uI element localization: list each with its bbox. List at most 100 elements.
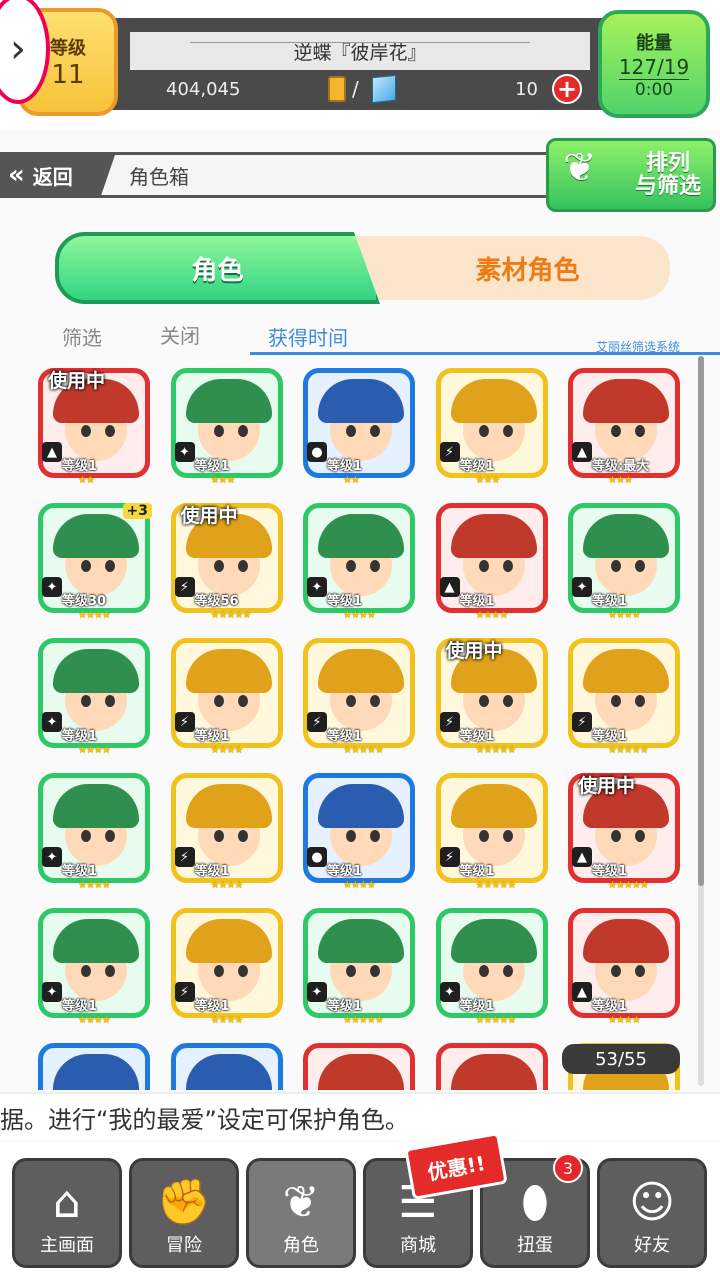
portrait-hair — [53, 649, 139, 693]
energy-badge[interactable]: 能量 127/19 0:00 — [598, 10, 710, 118]
sort-filter-button[interactable]: ❦ 排列 与筛选 — [546, 138, 716, 212]
level-value: 11 — [51, 60, 85, 90]
character-level: 等级1 — [459, 459, 495, 474]
character-card[interactable]: ▲ 等级1 ★★★★ — [568, 908, 680, 1028]
character-level: 等级1 — [592, 864, 628, 879]
character-card[interactable]: ✦ 等级1 ★★★ — [170, 368, 283, 488]
scrollbar[interactable] — [698, 356, 704, 1086]
character-card[interactable]: ⚡ 等级1 ★★★★★ 使用中 — [435, 638, 548, 758]
portrait-eye — [611, 560, 621, 572]
rarity-stars: ★★★★★ — [608, 880, 649, 891]
portrait-eye — [611, 965, 621, 977]
light-element-icon: ⚡ — [439, 712, 460, 732]
character-card[interactable]: ✦ 等级1 ★★★★ — [38, 773, 150, 893]
character-card[interactable]: ▲ 等级:最大 ★★★ — [568, 368, 680, 488]
character-card[interactable]: ✦ 等级30 ★★★★ +3 — [38, 503, 152, 623]
nav-home[interactable]: ⌂ 主画面 — [12, 1158, 122, 1268]
category-tabs: 素材角色 角色 — [55, 232, 670, 304]
portrait-eye — [213, 425, 224, 437]
character-level: 等级1 — [194, 999, 230, 1014]
portrait-eye — [635, 695, 645, 707]
nav-characters[interactable]: ❦ 角色 — [246, 1158, 356, 1268]
wood-element-icon: ✦ — [42, 577, 62, 597]
portrait-eye — [213, 695, 224, 707]
rarity-stars: ★★★★ — [78, 610, 111, 621]
character-card[interactable]: ▲ 等级1 ★★★★ — [435, 503, 548, 623]
character-card[interactable]: ▲ 等级1 ★★ 使用中 — [38, 368, 150, 488]
tab-characters[interactable]: 角色 — [55, 232, 380, 304]
character-level: 等级1 — [327, 999, 363, 1014]
character-card[interactable] — [303, 1043, 415, 1090]
character-card[interactable]: ⚡ 等级56 ★★★★★ 使用中 — [170, 503, 283, 623]
nav-adventure[interactable]: ✊ 冒险 — [129, 1158, 239, 1268]
rarity-stars: ★★★★ — [343, 610, 376, 621]
rarity-stars: ★★ — [78, 475, 95, 486]
wood-element-icon: ✦ — [572, 577, 592, 597]
character-card[interactable]: ▲ 等级1 ★★★★★ 使用中 — [568, 773, 680, 893]
character-level: 等级1 — [459, 864, 495, 879]
people-icon: ☺ — [629, 1177, 675, 1228]
rarity-stars: ★★★ — [475, 475, 501, 486]
rarity-stars: ★★ — [343, 475, 360, 486]
player-name: 逆蝶『彼岸花』 — [130, 32, 590, 70]
gacha-badge: 3 — [553, 1153, 583, 1183]
character-card[interactable]: ⚡ 等级1 ★★★★ — [170, 638, 283, 758]
rarity-stars: ★★★★★ — [343, 745, 384, 756]
double-chevron-left-icon: « — [8, 160, 25, 190]
nav-friends-label: 好友 — [634, 1235, 670, 1256]
plus-badge: +3 — [122, 503, 152, 519]
wood-element-icon: ✦ — [307, 982, 327, 1002]
portrait-hair — [318, 919, 404, 963]
portrait-eye — [611, 830, 621, 842]
character-card[interactable]: ⚡ 等级1 ★★★★ — [170, 773, 283, 893]
portrait-hair — [450, 379, 537, 423]
character-portrait — [303, 1043, 415, 1090]
character-card[interactable]: ⚡ 等级1 ★★★★ — [170, 908, 283, 1028]
character-card[interactable]: ✦ 等级1 ★★★★★ — [303, 908, 415, 1028]
character-card[interactable]: ⚡ 等级1 ★★★★★ — [303, 638, 415, 758]
portrait-hair — [583, 649, 669, 693]
portrait-hair — [450, 1054, 537, 1090]
character-portrait — [38, 1043, 150, 1090]
portrait-eye — [370, 965, 380, 977]
tab-material-characters[interactable]: 素材角色 — [355, 236, 670, 300]
portrait-eye — [346, 695, 356, 707]
character-card[interactable]: ✦ 等级1 ★★★★★ — [435, 908, 548, 1028]
character-card[interactable]: ⚡ 等级1 ★★★ — [435, 368, 548, 488]
rarity-stars: ★★★★ — [78, 880, 111, 891]
character-card[interactable]: ⚡ 等级1 ★★★★★ — [568, 638, 680, 758]
portrait-eye — [213, 830, 224, 842]
bottom-nav: ⌂ 主画面 ✊ 冒险 ❦ 角色 ☰ 商城 优惠!! ⬮ 扭蛋 3 ☺ 好友 — [0, 1132, 720, 1280]
light-element-icon: ⚡ — [439, 442, 460, 462]
character-card[interactable] — [435, 1043, 548, 1090]
plus-icon: + — [556, 75, 578, 103]
portrait-eye — [370, 560, 380, 572]
character-card[interactable]: ✦ 等级1 ★★★★ — [303, 503, 415, 623]
scroll-thumb[interactable] — [698, 356, 704, 886]
rarity-stars: ★★★ — [210, 475, 236, 486]
character-card[interactable] — [170, 1043, 283, 1090]
character-level: 等级1 — [62, 999, 98, 1014]
currency-row: 404,045 / 10 + — [130, 74, 590, 104]
filter-toggle[interactable]: 关闭 — [160, 320, 200, 349]
character-grid: ▲ 等级1 ★★ 使用中 ✦ 等级1 ★★★ ● 等级1 ★★ ⚡ 等级1 ★★★ ▲ 等级:最大 ★★★ ✦ 等… — [0, 360, 700, 1090]
character-card[interactable]: ● 等级1 ★★★★ — [303, 773, 415, 893]
portrait-eye — [105, 830, 115, 842]
nav-friends[interactable]: ☺ 好友 — [597, 1158, 707, 1268]
character-card[interactable] — [38, 1043, 150, 1090]
character-card[interactable]: ⚡ 等级1 ★★★★★ — [435, 773, 548, 893]
character-card[interactable]: ✦ 等级1 ★★★★ — [38, 638, 150, 758]
character-level: 等级1 — [459, 999, 495, 1014]
portrait-eye — [635, 965, 645, 977]
portrait-hair — [185, 1054, 272, 1090]
portrait-eye — [346, 425, 356, 437]
rabbit-icon: ❦ — [563, 145, 597, 191]
character-card[interactable]: ✦ 等级1 ★★★★ — [38, 908, 150, 1028]
rarity-stars: ★★★★★ — [343, 1015, 384, 1026]
character-card[interactable]: ✦ 等级1 ★★★★ — [568, 503, 680, 623]
character-card[interactable]: ● 等级1 ★★ — [303, 368, 415, 488]
sort-key-label[interactable]: 获得时间 — [268, 322, 348, 351]
portrait-hair — [318, 649, 404, 693]
buy-stones-button[interactable]: + — [552, 74, 582, 104]
back-button[interactable]: « 返回 — [0, 155, 115, 195]
